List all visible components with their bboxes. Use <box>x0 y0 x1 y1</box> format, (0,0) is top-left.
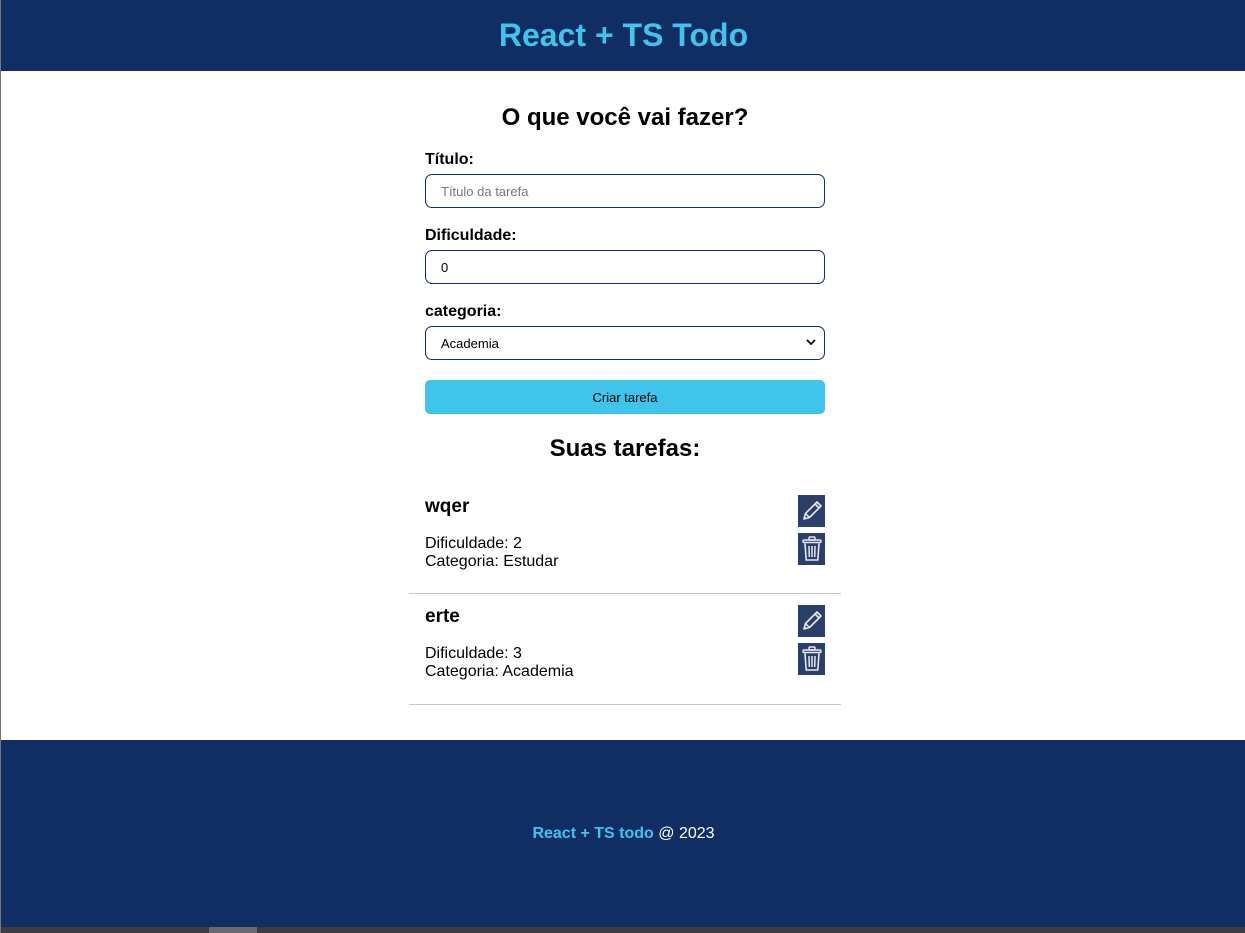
edit-task-button[interactable] <box>798 605 825 637</box>
trash-icon <box>801 646 822 671</box>
footer-brand: React + TS todo <box>532 824 654 842</box>
scrollbar-thumb[interactable] <box>209 927 257 933</box>
task-list-heading: Suas tarefas: <box>549 435 701 462</box>
task-title: erte <box>425 606 460 627</box>
task-item: wqer Dificuldade: 2 Categoria: Estudar <box>409 484 841 594</box>
task-title: wqer <box>425 496 470 517</box>
task-category: Categoria: Academia <box>425 663 574 680</box>
title-input[interactable] <box>425 174 825 208</box>
form-heading: O que você vai fazer? <box>501 104 749 131</box>
pencil-icon <box>802 501 822 520</box>
category-select[interactable]: Academia <box>425 326 825 360</box>
difficulty-input[interactable] <box>425 250 825 284</box>
task-form: Título: Dificuldade: categoria: Academia… <box>425 150 825 414</box>
task-difficulty: Dificuldade: 3 <box>425 645 522 662</box>
trash-icon <box>801 536 822 561</box>
delete-task-button[interactable] <box>798 533 825 565</box>
footer-copyright: @ 2023 <box>658 824 715 842</box>
pencil-icon <box>802 611 822 630</box>
app-footer: React + TS todo @ 2023 <box>1 740 1245 927</box>
task-details: Dificuldade: 2 Categoria: Estudar <box>425 535 558 571</box>
category-label: categoria: <box>425 303 502 320</box>
task-difficulty: Dificuldade: 2 <box>425 535 522 552</box>
main-content: O que você vai fazer? Título: Dificuldad… <box>409 71 841 705</box>
create-task-button[interactable]: Criar tarefa <box>425 380 825 414</box>
app-title: React + TS Todo <box>498 17 749 53</box>
app-header: React + TS Todo <box>1 0 1245 71</box>
title-label: Título: <box>425 151 474 168</box>
category-selected-value: Academia <box>441 335 499 351</box>
task-details: Dificuldade: 3 Categoria: Academia <box>425 645 574 681</box>
edit-task-button[interactable] <box>798 495 825 527</box>
horizontal-scrollbar[interactable] <box>1 927 1245 933</box>
task-list: wqer Dificuldade: 2 Categoria: Estudar e… <box>409 484 841 705</box>
delete-task-button[interactable] <box>798 643 825 675</box>
task-item: erte Dificuldade: 3 Categoria: Academia <box>409 594 841 705</box>
chevron-down-icon <box>806 337 816 349</box>
task-category: Categoria: Estudar <box>425 553 559 570</box>
difficulty-label: Dificuldade: <box>425 227 517 244</box>
